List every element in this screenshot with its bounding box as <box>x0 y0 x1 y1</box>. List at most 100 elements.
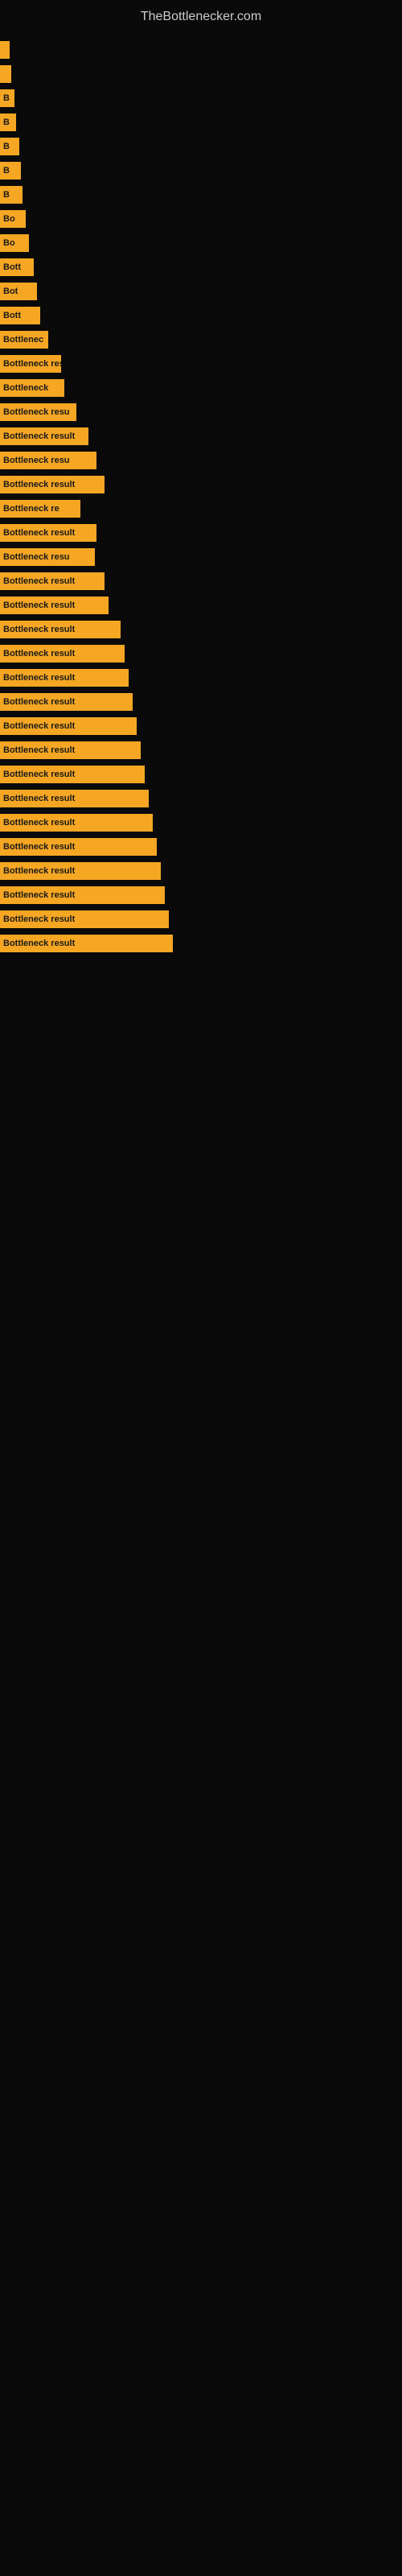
bar-35: Bottleneck result <box>0 886 165 904</box>
bar-10: Bot <box>0 283 37 300</box>
bar-11: Bott <box>0 307 40 324</box>
bar-2: B <box>0 89 14 107</box>
bar-row: Bottleneck result <box>0 594 402 617</box>
bar-label-3: B <box>3 118 10 127</box>
bar-row: Bottlenec <box>0 328 402 351</box>
bar-13: Bottleneck res <box>0 355 61 373</box>
bar-row: Bottleneck result <box>0 618 402 641</box>
bar-label-22: Bottleneck result <box>3 576 75 586</box>
bar-label-20: Bottleneck result <box>3 528 75 538</box>
bar-label-34: Bottleneck result <box>3 866 75 876</box>
bar-row: Bottleneck result <box>0 642 402 665</box>
bar-label-31: Bottleneck result <box>3 794 75 803</box>
bar-0 <box>0 41 10 59</box>
bar-37: Bottleneck result <box>0 935 173 952</box>
bar-7: Bo <box>0 210 26 228</box>
bar-row: Bottleneck result <box>0 739 402 762</box>
bar-row: Bottleneck result <box>0 884 402 906</box>
bar-16: Bottleneck result <box>0 427 88 445</box>
bar-label-7: Bo <box>3 214 15 224</box>
bar-12: Bottlenec <box>0 331 48 349</box>
bar-17: Bottleneck resu <box>0 452 96 469</box>
bar-row <box>0 39 402 61</box>
bar-label-30: Bottleneck result <box>3 770 75 779</box>
bar-row: Bottleneck result <box>0 860 402 882</box>
bar-8: Bo <box>0 234 29 252</box>
bar-row: B <box>0 184 402 206</box>
bar-26: Bottleneck result <box>0 669 129 687</box>
bar-label-32: Bottleneck result <box>3 818 75 828</box>
bar-22: Bottleneck result <box>0 572 105 590</box>
bar-34: Bottleneck result <box>0 862 161 880</box>
bar-25: Bottleneck result <box>0 645 125 663</box>
bar-32: Bottleneck result <box>0 814 153 832</box>
bar-label-17: Bottleneck resu <box>3 456 70 465</box>
bar-row: Bottleneck resu <box>0 449 402 472</box>
bar-18: Bottleneck result <box>0 476 105 493</box>
bar-label-25: Bottleneck result <box>3 649 75 658</box>
bar-label-6: B <box>3 190 10 200</box>
bar-label-10: Bot <box>3 287 18 296</box>
bar-row: Bottleneck result <box>0 715 402 737</box>
bar-3: B <box>0 114 16 131</box>
bar-label-33: Bottleneck result <box>3 842 75 852</box>
bar-row: Bottleneck result <box>0 425 402 448</box>
bar-label-35: Bottleneck result <box>3 890 75 900</box>
bar-24: Bottleneck result <box>0 621 121 638</box>
bar-row: Bottleneck result <box>0 908 402 931</box>
bar-6: B <box>0 186 23 204</box>
bar-row: Bottleneck result <box>0 763 402 786</box>
bar-14: Bottleneck <box>0 379 64 397</box>
bar-row: Bottleneck result <box>0 691 402 713</box>
bar-row: Bottleneck <box>0 377 402 399</box>
bar-row: Bottleneck result <box>0 570 402 592</box>
bar-label-26: Bottleneck result <box>3 673 75 683</box>
bars-container: BBBBBBoBoBottBotBottBottlenecBottleneck … <box>0 31 402 964</box>
bar-5: B <box>0 162 21 180</box>
bar-label-8: Bo <box>3 238 15 248</box>
bar-row: Bottleneck re <box>0 497 402 520</box>
bar-28: Bottleneck result <box>0 717 137 735</box>
bar-row: Bottleneck result <box>0 667 402 689</box>
bar-row: Bottleneck result <box>0 836 402 858</box>
bar-row: Bottleneck result <box>0 522 402 544</box>
bar-1 <box>0 65 11 83</box>
bar-label-9: Bott <box>3 262 21 272</box>
bar-label-18: Bottleneck result <box>3 480 75 489</box>
bar-29: Bottleneck result <box>0 741 141 759</box>
bar-label-14: Bottleneck <box>3 383 48 393</box>
bar-label-28: Bottleneck result <box>3 721 75 731</box>
bar-label-27: Bottleneck result <box>3 697 75 707</box>
bar-row: Bott <box>0 256 402 279</box>
bar-27: Bottleneck result <box>0 693 133 711</box>
bar-20: Bottleneck result <box>0 524 96 542</box>
bar-row: Bottleneck result <box>0 932 402 955</box>
bar-row: B <box>0 87 402 109</box>
bar-row: Bottleneck resu <box>0 546 402 568</box>
bar-label-29: Bottleneck result <box>3 745 75 755</box>
site-title: TheBottlenecker.com <box>0 0 402 31</box>
bar-label-11: Bott <box>3 311 21 320</box>
bar-row: Bott <box>0 304 402 327</box>
bar-9: Bott <box>0 258 34 276</box>
bar-row <box>0 63 402 85</box>
bar-19: Bottleneck re <box>0 500 80 518</box>
bar-row: Bottleneck result <box>0 473 402 496</box>
bar-label-23: Bottleneck result <box>3 601 75 610</box>
bar-label-13: Bottleneck res <box>3 359 61 369</box>
bar-row: B <box>0 135 402 158</box>
bar-21: Bottleneck resu <box>0 548 95 566</box>
bar-23: Bottleneck result <box>0 597 109 614</box>
bar-15: Bottleneck resu <box>0 403 76 421</box>
bar-label-37: Bottleneck result <box>3 939 75 948</box>
bar-label-16: Bottleneck result <box>3 431 75 441</box>
bar-label-21: Bottleneck resu <box>3 552 70 562</box>
bar-row: Bottleneck resu <box>0 401 402 423</box>
bar-label-12: Bottlenec <box>3 335 43 345</box>
bar-label-4: B <box>3 142 10 151</box>
bar-30: Bottleneck result <box>0 766 145 783</box>
bar-label-19: Bottleneck re <box>3 504 59 514</box>
bar-36: Bottleneck result <box>0 910 169 928</box>
bar-row: Bottleneck res <box>0 353 402 375</box>
bar-row: Bot <box>0 280 402 303</box>
